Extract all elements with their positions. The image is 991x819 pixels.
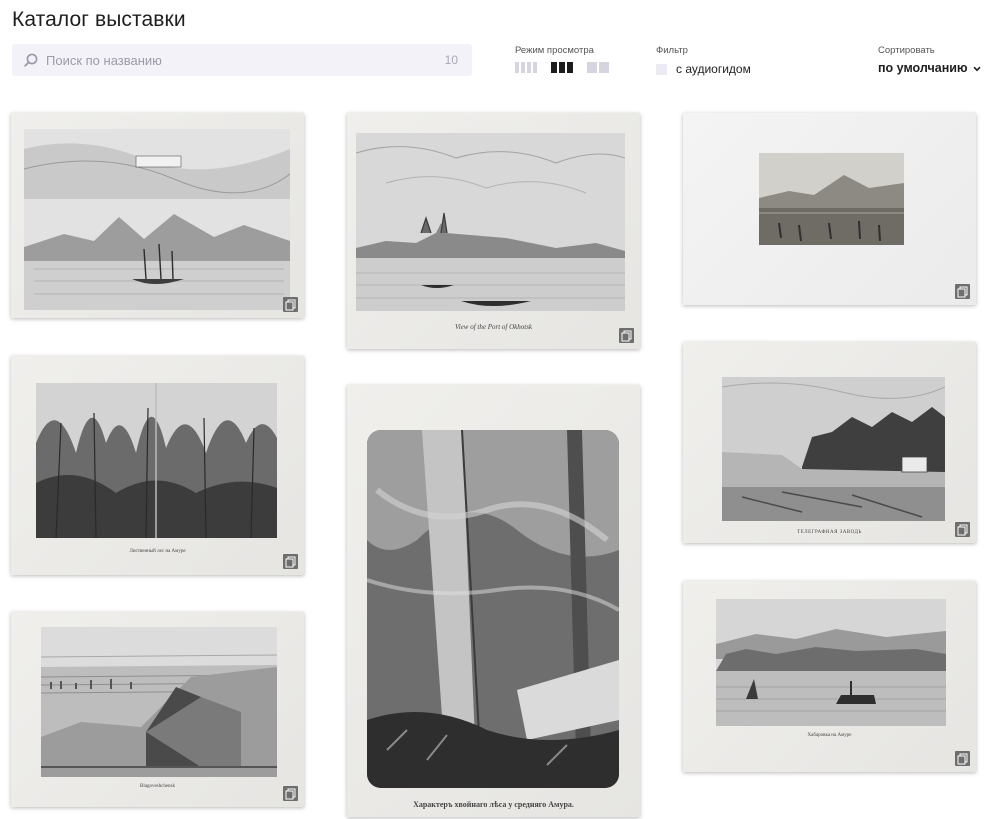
audio-guide-filter-label: с аудиогидом — [676, 62, 751, 76]
view-three-columns-icon[interactable] — [551, 62, 573, 73]
catalog-card-7[interactable]: Blagoveshchensk — [11, 612, 304, 807]
search-bar[interactable]: 10 — [12, 44, 472, 76]
audio-guide-checkbox[interactable] — [656, 63, 667, 75]
view-mode-label: Режим просмотра — [515, 45, 594, 56]
expand-icon[interactable] — [283, 297, 298, 312]
view-mode-switcher — [515, 62, 609, 73]
engraving-image — [722, 377, 945, 521]
catalog-card-4[interactable]: Лиственный лес на Амуре — [11, 356, 304, 575]
audio-guide-filter[interactable]: с аудиогидом — [656, 62, 751, 76]
catalog-card-1[interactable] — [11, 113, 304, 318]
engraving-image — [36, 383, 277, 538]
expand-icon[interactable] — [283, 554, 298, 569]
filter-label: Фильтр — [656, 45, 688, 56]
view-two-columns-icon[interactable] — [587, 62, 609, 73]
card-caption: View of the Port of Okhotsk — [454, 323, 533, 331]
catalog-card-6[interactable]: ТЕЛЕГРАФНАЯ ЗАВОДЬ — [683, 342, 976, 543]
engraving-image — [716, 599, 946, 726]
view-four-columns-icon[interactable] — [515, 62, 537, 73]
engraving-image — [24, 129, 290, 310]
result-count: 10 — [444, 53, 458, 67]
expand-icon[interactable] — [955, 522, 970, 537]
card-caption: Характеръ хвойнаго лѣса у средняго Амура… — [413, 800, 574, 809]
engraving-image — [367, 430, 619, 788]
page-title: Каталог выставки — [12, 8, 186, 31]
catalog-card-5[interactable]: Характеръ хвойнаго лѣса у средняго Амура… — [347, 385, 640, 817]
sort-dropdown[interactable]: по умолчанию — [878, 61, 981, 75]
card-caption: Хабаровка на Амуре — [807, 733, 852, 738]
catalog-card-8[interactable]: Хабаровка на Амуре — [683, 581, 976, 772]
expand-icon[interactable] — [619, 328, 634, 343]
search-input[interactable] — [46, 44, 426, 76]
catalog-card-3[interactable] — [683, 113, 976, 305]
sort-value: по умолчанию — [878, 61, 968, 75]
expand-icon[interactable] — [955, 751, 970, 766]
engraving-image — [759, 153, 904, 245]
card-caption: Blagoveshchensk — [140, 784, 175, 789]
expand-icon[interactable] — [955, 284, 970, 299]
chevron-down-icon — [973, 66, 981, 71]
card-caption: ТЕЛЕГРАФНАЯ ЗАВОДЬ — [797, 530, 862, 535]
expand-icon[interactable] — [283, 786, 298, 801]
sort-label: Сортировать — [878, 45, 935, 56]
engraving-image — [356, 133, 625, 311]
search-icon — [24, 53, 38, 67]
engraving-image — [41, 627, 277, 777]
catalog-card-2[interactable]: View of the Port of Okhotsk — [347, 113, 640, 349]
card-caption: Лиственный лес на Амуре — [129, 549, 186, 554]
